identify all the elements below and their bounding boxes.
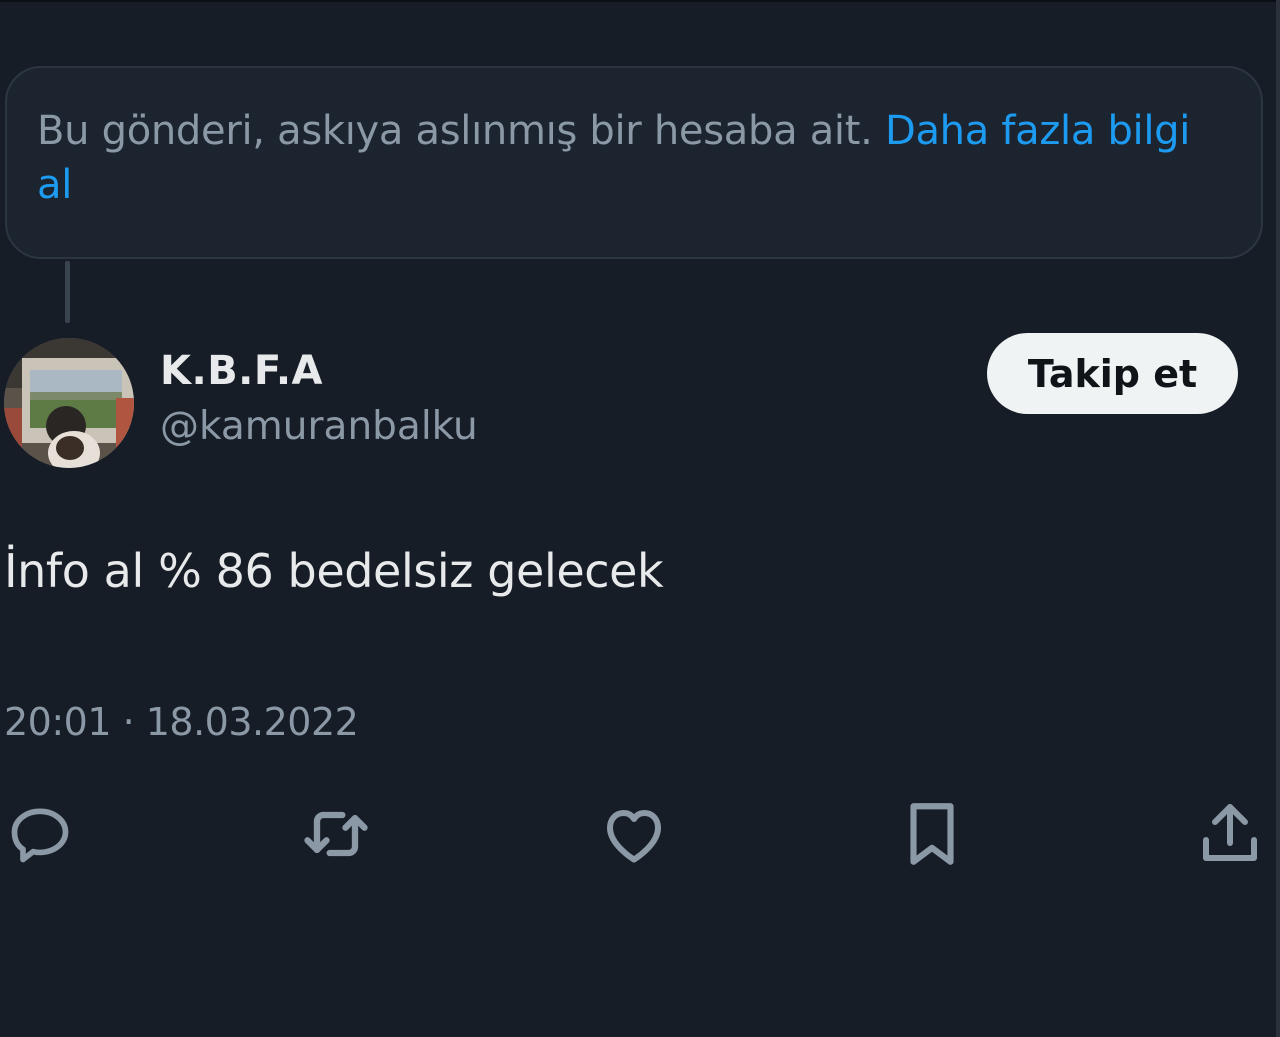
retweet-button[interactable] bbox=[298, 796, 374, 872]
bookmark-icon bbox=[910, 803, 954, 865]
avatar[interactable] bbox=[4, 338, 134, 468]
scrollbar-track bbox=[1276, 0, 1280, 1037]
reply-icon bbox=[11, 808, 69, 863]
author-display-name[interactable]: K.B.F.A bbox=[160, 348, 323, 394]
top-divider bbox=[0, 0, 1280, 2]
author-handle[interactable]: @kamuranbalku bbox=[160, 404, 478, 449]
tweet-page: Bu gönderi, askıya aslınmış bir hesaba a… bbox=[0, 0, 1280, 1037]
reply-button[interactable] bbox=[2, 796, 78, 872]
follow-button[interactable]: Takip et bbox=[987, 333, 1238, 414]
notice-text: Bu gönderi, askıya aslınmış bir hesaba a… bbox=[37, 104, 1217, 212]
bookmark-button[interactable] bbox=[894, 796, 970, 872]
suspended-account-notice: Bu gönderi, askıya aslınmış bir hesaba a… bbox=[5, 66, 1263, 259]
share-icon bbox=[1203, 804, 1257, 861]
like-icon bbox=[607, 810, 661, 863]
share-button[interactable] bbox=[1192, 796, 1268, 872]
thread-connector-line bbox=[65, 261, 70, 323]
tweet-action-bar bbox=[0, 796, 1280, 876]
retweet-icon bbox=[304, 811, 368, 857]
tweet-timestamp[interactable]: 20:01 · 18.03.2022 bbox=[4, 700, 359, 744]
notice-message: Bu gönderi, askıya aslınmış bir hesaba a… bbox=[37, 108, 885, 154]
tweet-text: İnfo al % 86 bedelsiz gelecek bbox=[4, 544, 664, 598]
like-button[interactable] bbox=[596, 796, 672, 872]
